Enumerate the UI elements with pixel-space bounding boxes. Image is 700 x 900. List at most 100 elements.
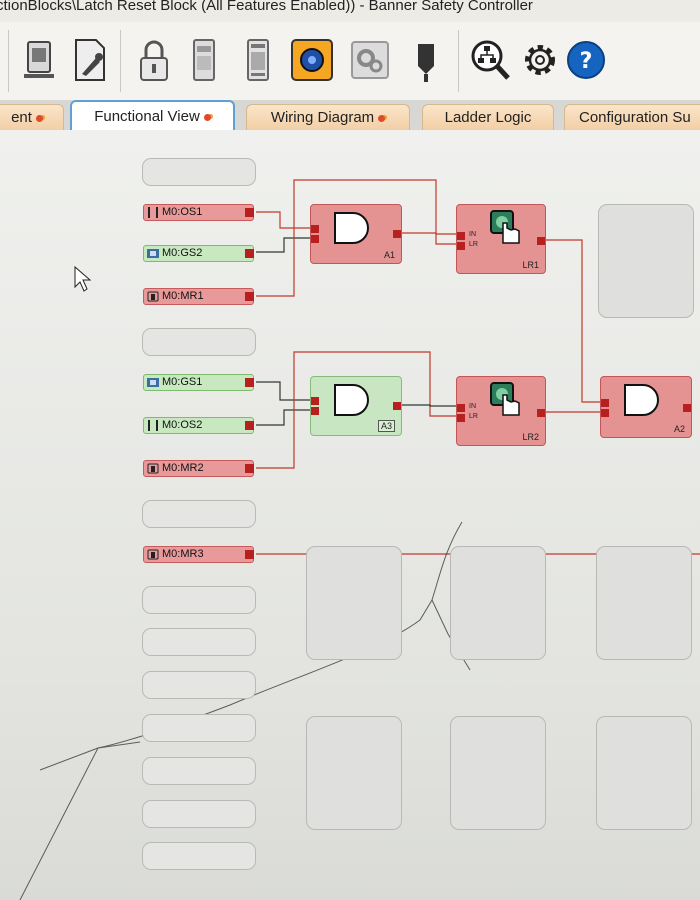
empty-input-slot[interactable] <box>142 842 256 870</box>
input-pin[interactable] <box>311 235 319 243</box>
input-pin[interactable] <box>601 399 609 407</box>
and-block-a1[interactable]: A1 <box>310 204 402 264</box>
empty-block-slot[interactable] <box>598 204 694 318</box>
help-icon[interactable]: ? <box>564 36 608 84</box>
empty-block-slot[interactable] <box>306 546 402 660</box>
input-pin[interactable] <box>311 397 319 405</box>
manual-reset-icon <box>147 291 159 302</box>
tab-wiring-diagram[interactable]: Wiring Diagram <box>246 104 410 130</box>
empty-input-slot[interactable] <box>142 800 256 828</box>
in-pin[interactable] <box>457 232 465 240</box>
input-mr1[interactable]: M0:MR1 <box>143 288 254 305</box>
input-mr3[interactable]: M0:MR3 <box>143 546 254 563</box>
tab-label: Functional View <box>94 108 200 125</box>
wire <box>402 404 456 407</box>
input-os2[interactable]: M0:OS2 <box>143 417 254 434</box>
edit-doc-icon[interactable] <box>68 36 112 84</box>
wire <box>256 409 310 426</box>
toolbar-separator <box>120 30 121 92</box>
input-pin[interactable] <box>311 225 319 233</box>
empty-input-slot[interactable] <box>142 714 256 742</box>
output-terminal[interactable] <box>245 208 254 217</box>
settings-gears-icon[interactable] <box>348 36 392 84</box>
empty-input-slot[interactable] <box>142 328 256 356</box>
tab-label: Configuration Su <box>579 109 691 126</box>
input-gs1[interactable]: M0:GS1 <box>143 374 254 391</box>
empty-input-slot[interactable] <box>142 500 256 528</box>
mouse-pointer-icon <box>74 265 92 292</box>
output-terminal[interactable] <box>245 292 254 301</box>
tab-label: ent <box>11 109 32 126</box>
empty-input-slot[interactable] <box>142 628 256 656</box>
gate-switch-icon <box>147 378 159 387</box>
lr-pin[interactable] <box>457 414 465 422</box>
output-terminal[interactable] <box>245 378 254 387</box>
output-pin[interactable] <box>537 409 545 417</box>
and-block-a3[interactable]: A3 <box>310 376 402 436</box>
network-search-icon[interactable] <box>468 36 512 84</box>
empty-block-slot[interactable] <box>450 716 546 830</box>
tab-management[interactable]: ent <box>0 104 64 130</box>
empty-block-slot[interactable] <box>450 546 546 660</box>
empty-input-slot[interactable] <box>142 757 256 785</box>
output-terminal[interactable] <box>245 464 254 473</box>
input-label: M0:MR2 <box>162 462 204 474</box>
input-label: M0:GS2 <box>162 247 203 259</box>
functional-view-canvas[interactable]: M0:OS1 M0:GS2 M0:MR1 M0:GS1 M0:OS2 M0:MR… <box>0 130 700 900</box>
gear-icon[interactable] <box>518 36 562 84</box>
output-pin[interactable] <box>683 404 691 412</box>
input-pin[interactable] <box>601 409 609 417</box>
and-gate-icon <box>334 384 369 416</box>
tab-ladder-logic[interactable]: Ladder Logic <box>422 104 554 130</box>
empty-input-slot[interactable] <box>142 671 256 699</box>
tab-functional-view[interactable]: Functional View <box>70 100 235 131</box>
empty-block-slot[interactable] <box>306 716 402 830</box>
empty-block-slot[interactable] <box>596 546 692 660</box>
tab-label: Wiring Diagram <box>270 109 375 126</box>
empty-input-slot[interactable] <box>142 158 256 186</box>
input-label: M0:OS1 <box>162 206 203 218</box>
optical-sensor-icon <box>148 420 158 431</box>
toolbar-separator <box>458 30 459 92</box>
output-pin[interactable] <box>537 237 545 245</box>
svg-text:?: ? <box>580 49 593 74</box>
reset-hand-icon <box>490 210 520 244</box>
probe-icon[interactable] <box>404 36 448 84</box>
input-label: M0:MR1 <box>162 290 204 302</box>
reset-hand-icon <box>490 382 520 416</box>
window-title: ctionBlocks\Latch Reset Block (All Featu… <box>0 0 533 14</box>
and-gate-icon <box>334 212 369 244</box>
input-gs2[interactable]: M0:GS2 <box>143 245 254 262</box>
network-icon[interactable] <box>290 36 334 84</box>
block-label: A3 <box>377 420 395 432</box>
tab-label: Ladder Logic <box>444 109 532 126</box>
lock-icon[interactable] <box>132 36 176 84</box>
in-pin-label: IN <box>469 403 476 410</box>
manual-reset-icon <box>147 549 159 560</box>
output-terminal[interactable] <box>245 550 254 559</box>
block-label: LR1 <box>522 260 539 270</box>
input-pin[interactable] <box>311 407 319 415</box>
tab-configuration-summary[interactable]: Configuration Su <box>564 104 700 130</box>
output-terminal[interactable] <box>245 421 254 430</box>
output-pin[interactable] <box>393 230 401 238</box>
wire <box>256 211 310 229</box>
toolbar: ? <box>0 22 700 101</box>
module-icon[interactable] <box>236 36 280 84</box>
latch-reset-block-lr2[interactable]: IN LR LR2 <box>456 376 546 446</box>
controller-icon[interactable] <box>182 36 226 84</box>
input-mr2[interactable]: M0:MR2 <box>143 460 254 477</box>
latch-reset-block-lr1[interactable]: IN LR LR1 <box>456 204 546 274</box>
lr-pin[interactable] <box>457 242 465 250</box>
and-block-a2[interactable]: A2 <box>600 376 692 438</box>
empty-input-slot[interactable] <box>142 586 256 614</box>
empty-block-slot[interactable] <box>596 716 692 830</box>
block-label: A2 <box>673 424 685 434</box>
input-label: M0:MR3 <box>162 548 204 560</box>
in-pin[interactable] <box>457 404 465 412</box>
device-icon[interactable] <box>18 36 62 84</box>
input-os1[interactable]: M0:OS1 <box>143 204 254 221</box>
output-pin[interactable] <box>393 402 401 410</box>
and-gate-icon <box>624 384 659 416</box>
output-terminal[interactable] <box>245 249 254 258</box>
